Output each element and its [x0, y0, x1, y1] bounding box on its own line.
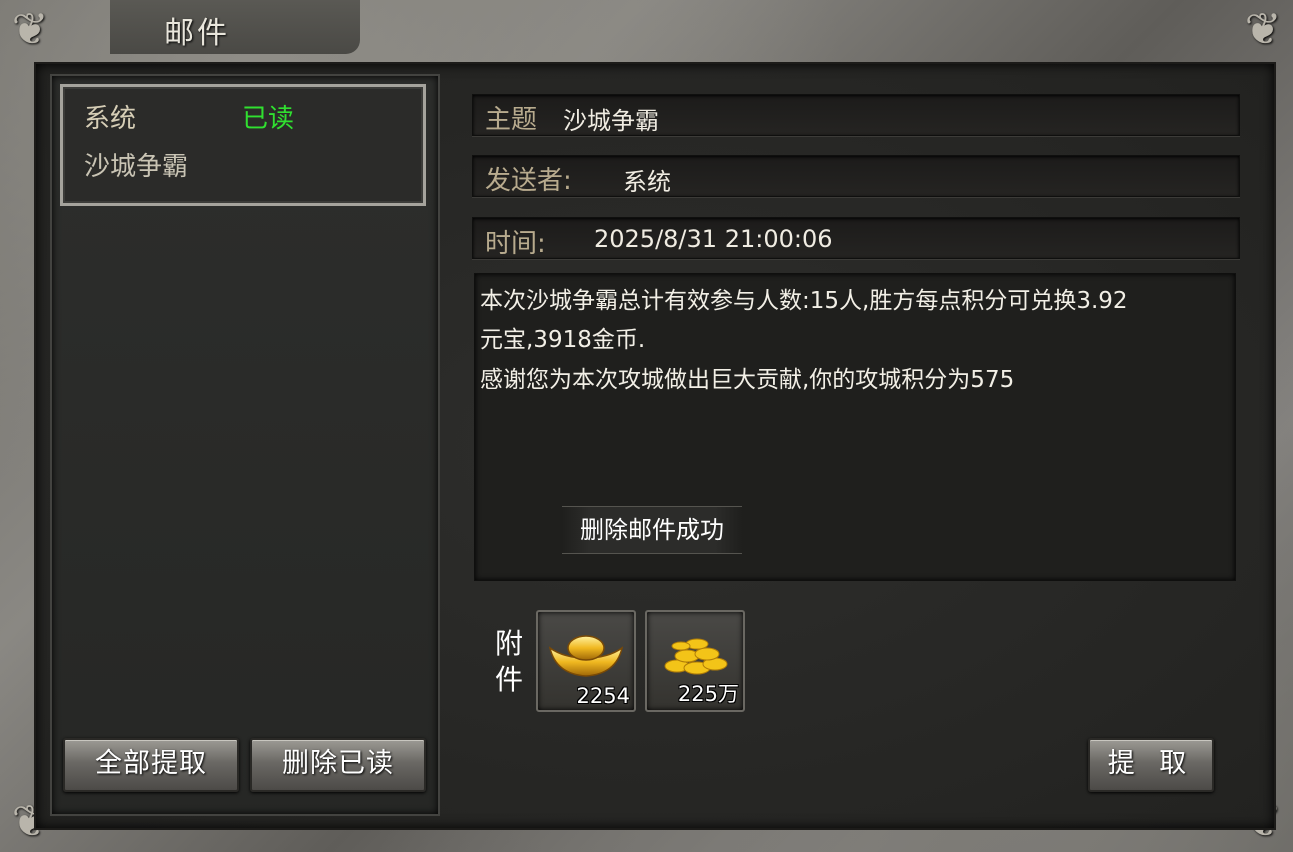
- mail-item-status: 已读: [242, 104, 295, 134]
- time-value: 2025/8/31 21:00:06: [594, 225, 833, 253]
- gold-coins-icon: [664, 638, 728, 675]
- mail-item-subject: 沙城争霸: [84, 152, 189, 182]
- time-row: [472, 217, 1240, 259]
- sender-label: 发送者:: [485, 166, 572, 196]
- attachment-count: 2254: [576, 684, 630, 708]
- subject-label: 主题: [485, 105, 538, 135]
- attachments-label-top: 附: [494, 627, 523, 660]
- gold-ingot-icon: [548, 635, 624, 677]
- title-tab: [110, 0, 360, 54]
- mail-body-line: 元宝,3918金币.: [480, 327, 646, 353]
- sender-value: 系统: [623, 168, 671, 196]
- frame-ornament-icon: ❦: [11, 4, 49, 55]
- attachments-label: 附 件: [494, 626, 524, 698]
- attachment-slot[interactable]: 2254: [536, 610, 636, 712]
- attachment-slot[interactable]: 225万: [645, 610, 745, 712]
- collect-all-button[interactable]: 全部提取: [63, 738, 239, 792]
- frame-ornament-icon: ❦: [1244, 4, 1282, 55]
- attachment-count: 225万: [677, 682, 739, 706]
- attachments-label-bottom: 件: [494, 663, 523, 696]
- subject-value: 沙城争霸: [563, 107, 659, 135]
- window-title: 邮件: [164, 16, 230, 51]
- mail-item-sender: 系统: [84, 104, 137, 134]
- time-label: 时间:: [485, 229, 546, 259]
- sender-row: [472, 155, 1240, 197]
- delete-read-button[interactable]: 删除已读: [250, 738, 426, 792]
- mail-body-line: 本次沙城争霸总计有效参与人数:15人,胜方每点积分可兑换3.92: [480, 288, 1128, 314]
- mail-body-line: 感谢您为本次攻城做出巨大贡献,你的攻城积分为575: [480, 367, 1015, 393]
- toast-message: 删除邮件成功: [562, 506, 742, 554]
- collect-button[interactable]: 提 取: [1088, 738, 1214, 792]
